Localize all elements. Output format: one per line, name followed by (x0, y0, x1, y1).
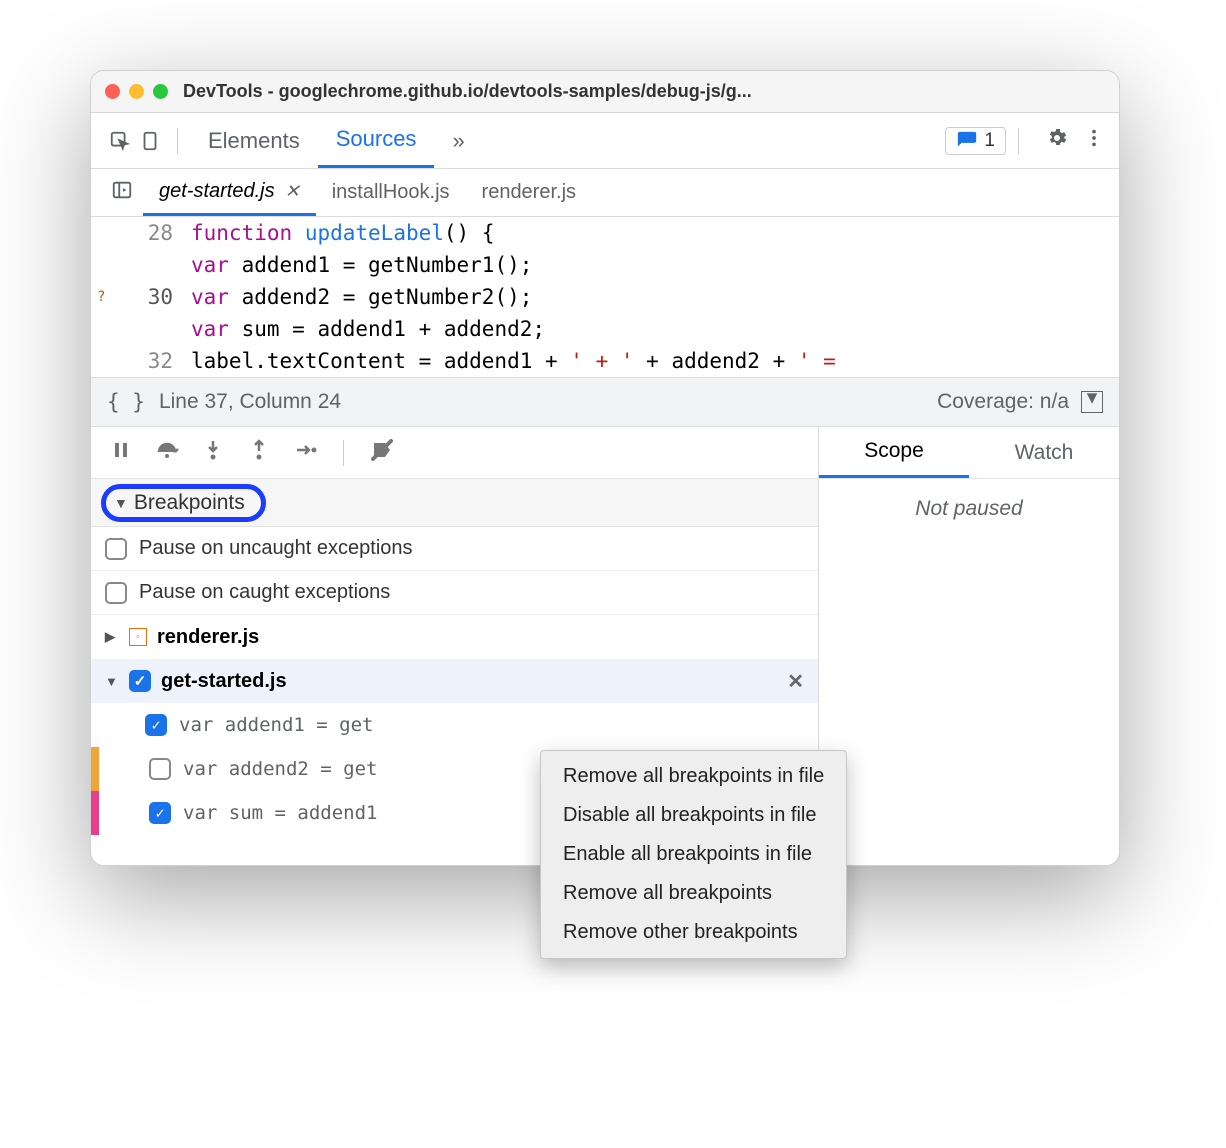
maximize-button[interactable] (153, 84, 168, 99)
conditional-breakpoint-marker[interactable]: ?30 (91, 281, 183, 313)
deactivate-breakpoints-icon[interactable] (370, 438, 394, 467)
file-name: get-started.js (161, 670, 287, 693)
kebab-menu-icon[interactable] (1083, 127, 1105, 154)
issues-badge[interactable]: 1 (945, 127, 1006, 155)
gutter: 28 29 ?30 ··31 32 (91, 217, 183, 377)
option-label: Pause on uncaught exceptions (139, 537, 413, 560)
window-title: DevTools - googlechrome.github.io/devtoo… (183, 81, 752, 102)
file-group-get-started[interactable]: ▼ ✓ get-started.js ✕ (91, 659, 818, 703)
code-area[interactable]: function updateLabel() { var addend1 = g… (183, 217, 1119, 377)
ctx-disable-all-in-file[interactable]: Disable all breakpoints in file (541, 796, 846, 835)
step-into-icon[interactable] (201, 438, 225, 467)
section-label: Breakpoints (134, 491, 245, 515)
main-toolbar: Elements Sources » 1 (91, 113, 1119, 169)
close-tab-icon[interactable]: ✕ (285, 181, 300, 202)
pause-uncaught-row[interactable]: Pause on uncaught exceptions (91, 527, 818, 571)
divider (1018, 128, 1019, 154)
watch-tab[interactable]: Watch (969, 427, 1119, 478)
expand-icon: ▼ (114, 495, 128, 511)
pause-icon[interactable] (109, 438, 133, 467)
settings-icon[interactable] (1045, 126, 1069, 155)
pause-caught-row[interactable]: Pause on caught exceptions (91, 571, 818, 615)
bp-code: var addend2 = get (183, 758, 377, 780)
inspect-icon[interactable] (105, 130, 135, 152)
status-bar: { } Line 37, Column 24 Coverage: n/a ▾ (91, 377, 1119, 427)
ctx-remove-all-in-file[interactable]: Remove all breakpoints in file (541, 757, 846, 796)
file-group-renderer[interactable]: ▶ ◦ renderer.js (91, 615, 818, 659)
window-controls (105, 84, 168, 99)
bp-code: var addend1 = get (179, 714, 373, 736)
file-tab-installhook[interactable]: installHook.js (316, 169, 466, 216)
devtools-window: DevTools - googlechrome.github.io/devtoo… (90, 70, 1120, 866)
breakpoints-section-header[interactable]: ▼ Breakpoints (91, 479, 818, 527)
file-name: renderer.js (157, 626, 259, 649)
debug-controls (91, 427, 818, 479)
bp-color-marker (125, 703, 133, 747)
coverage-label: Coverage: n/a (937, 390, 1069, 414)
checkbox[interactable] (105, 582, 127, 604)
divider (343, 440, 344, 466)
step-over-icon[interactable] (155, 438, 179, 467)
ctx-enable-all-in-file[interactable]: Enable all breakpoints in file (541, 835, 846, 874)
breakpoint-marker[interactable]: 29 (91, 249, 183, 281)
show-navigator-icon[interactable] (111, 179, 133, 207)
not-paused-message: Not paused (819, 479, 1119, 539)
logpoint-marker[interactable]: ··31 (91, 313, 183, 345)
bp-color-marker (91, 791, 99, 835)
context-menu: Remove all breakpoints in file Disable a… (540, 750, 847, 959)
file-tabs: get-started.js ✕ installHook.js renderer… (91, 169, 1119, 217)
checkbox[interactable]: ✓ (149, 802, 171, 824)
titlebar: DevTools - googlechrome.github.io/devtoo… (91, 71, 1119, 113)
close-button[interactable] (105, 84, 120, 99)
option-label: Pause on caught exceptions (139, 581, 390, 604)
ctx-remove-other[interactable]: Remove other breakpoints (541, 913, 846, 952)
remove-group-icon[interactable]: ✕ (787, 669, 804, 694)
right-sidebar: Scope Watch Not paused (819, 427, 1119, 865)
checkbox[interactable]: ✓ (129, 670, 151, 692)
more-tabs-icon[interactable]: » (434, 113, 482, 168)
pretty-print-icon[interactable]: { } (107, 390, 145, 414)
file-tab-renderer[interactable]: renderer.js (466, 169, 593, 216)
step-icon[interactable] (293, 438, 317, 467)
step-out-icon[interactable] (247, 438, 271, 467)
tab-sources[interactable]: Sources (318, 113, 435, 168)
minimize-button[interactable] (129, 84, 144, 99)
cursor-position: Line 37, Column 24 (159, 390, 341, 414)
ctx-remove-all[interactable]: Remove all breakpoints (541, 874, 846, 913)
device-toggle-icon[interactable] (135, 130, 165, 152)
code-editor[interactable]: 28 29 ?30 ··31 32 function updateLabel()… (91, 217, 1119, 377)
checkbox[interactable]: ✓ (145, 714, 167, 736)
breakpoint-entry[interactable]: ✓ var addend1 = get (91, 703, 818, 747)
expand-icon[interactable]: ▼ (105, 674, 119, 689)
checkbox[interactable] (105, 538, 127, 560)
scope-tab[interactable]: Scope (819, 427, 969, 478)
bp-code: var sum = addend1 (183, 802, 377, 824)
breakpoints-highlight: ▼ Breakpoints (101, 484, 266, 522)
checkbox[interactable] (149, 758, 171, 780)
coverage-dropdown-icon[interactable]: ▾ (1081, 391, 1103, 413)
divider (177, 128, 178, 154)
line-number[interactable]: 28 (91, 217, 183, 249)
tab-elements[interactable]: Elements (190, 113, 318, 168)
file-tab-label: get-started.js (159, 180, 275, 203)
line-number[interactable]: 32 (91, 345, 183, 377)
js-file-icon: ◦ (129, 628, 147, 646)
issues-count: 1 (984, 130, 995, 152)
expand-icon[interactable]: ▶ (105, 629, 119, 645)
bp-color-marker (91, 747, 99, 791)
file-tab-get-started[interactable]: get-started.js ✕ (143, 169, 316, 216)
